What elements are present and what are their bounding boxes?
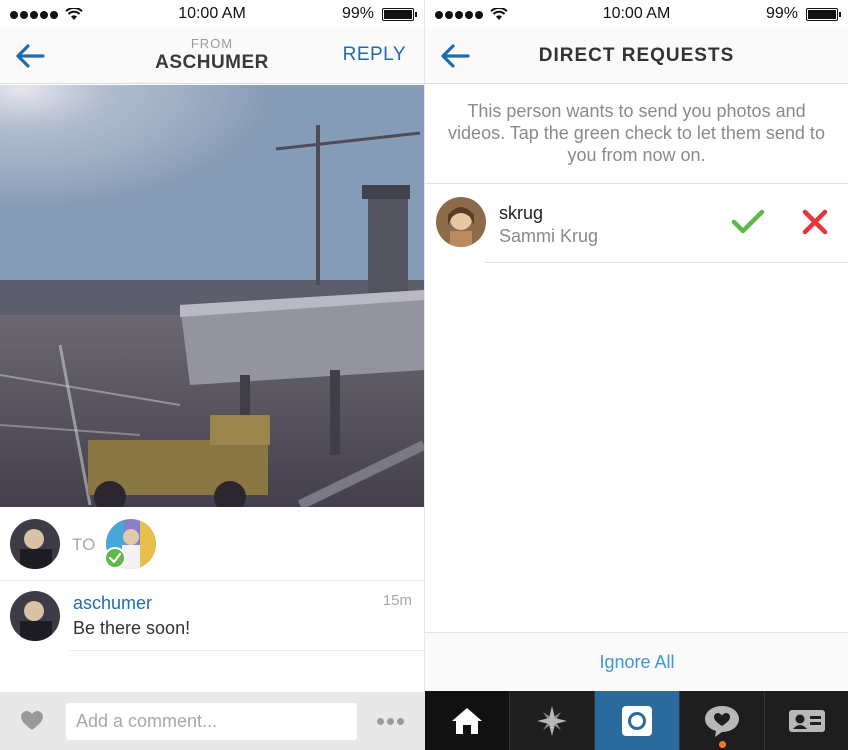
reply-button[interactable]: REPLY <box>343 44 406 66</box>
requests-header: DIRECT REQUESTS <box>425 28 848 84</box>
decline-x-icon[interactable] <box>801 208 829 236</box>
explore-icon <box>537 705 567 736</box>
notification-dot <box>719 741 726 748</box>
requester-username[interactable]: skrug <box>499 203 543 224</box>
tab-bar <box>425 691 848 750</box>
requester-full-name: Sammi Krug <box>499 226 599 246</box>
check-icon <box>108 552 122 564</box>
accept-check-icon[interactable] <box>731 208 765 236</box>
tab-profile[interactable] <box>765 691 848 750</box>
battery-percent: 99% <box>341 5 374 22</box>
comment-bar <box>0 692 424 750</box>
recipients-row: TO <box>0 507 424 581</box>
comment-timestamp: 15m <box>382 592 412 609</box>
message-photo[interactable] <box>0 85 424 507</box>
home-icon <box>452 707 482 734</box>
to-label: TO <box>72 535 96 554</box>
ignore-bar: Ignore All <box>425 632 848 691</box>
status-bar: 10:00 AM 99% <box>0 0 424 28</box>
tab-camera[interactable] <box>595 691 680 750</box>
requester-avatar[interactable] <box>436 197 486 247</box>
direct-message-view: 10:00 AM 99% FROM ASCHUMER REPLY TO asch… <box>0 0 424 750</box>
comment-text: Be there soon! <box>73 618 191 638</box>
divider <box>485 262 848 263</box>
seen-check-badge <box>104 547 126 569</box>
comment-input[interactable] <box>66 703 357 740</box>
direct-requests-view: 10:00 AM 99% DIRECT REQUESTS This person… <box>424 0 848 750</box>
camera-icon <box>622 705 652 736</box>
tab-explore[interactable] <box>510 691 595 750</box>
requests-description: This person wants to send you photos and… <box>448 101 825 165</box>
tab-activity[interactable] <box>680 691 765 750</box>
divider <box>70 650 424 651</box>
airport-photo <box>0 85 424 507</box>
sender-avatar[interactable] <box>10 519 60 569</box>
activity-icon <box>705 705 739 737</box>
profile-icon <box>789 709 825 732</box>
comment-item: aschumer Be there soon! 15m <box>0 581 424 651</box>
tab-home[interactable] <box>425 691 510 750</box>
battery-icon <box>806 8 841 21</box>
more-options-icon[interactable] <box>377 718 404 725</box>
commenter-avatar[interactable] <box>10 591 60 641</box>
battery-icon <box>382 8 417 21</box>
ignore-all-button[interactable]: Ignore All <box>425 652 848 673</box>
message-header: FROM ASCHUMER REPLY <box>0 28 424 84</box>
page-title: DIRECT REQUESTS <box>538 45 735 66</box>
comment-username[interactable]: aschumer <box>73 593 152 614</box>
request-row[interactable]: skrug Sammi Krug <box>425 184 848 263</box>
heart-icon[interactable] <box>21 711 43 731</box>
battery-percent: 99% <box>765 5 798 22</box>
status-bar: 10:00 AM 99% <box>425 0 848 28</box>
